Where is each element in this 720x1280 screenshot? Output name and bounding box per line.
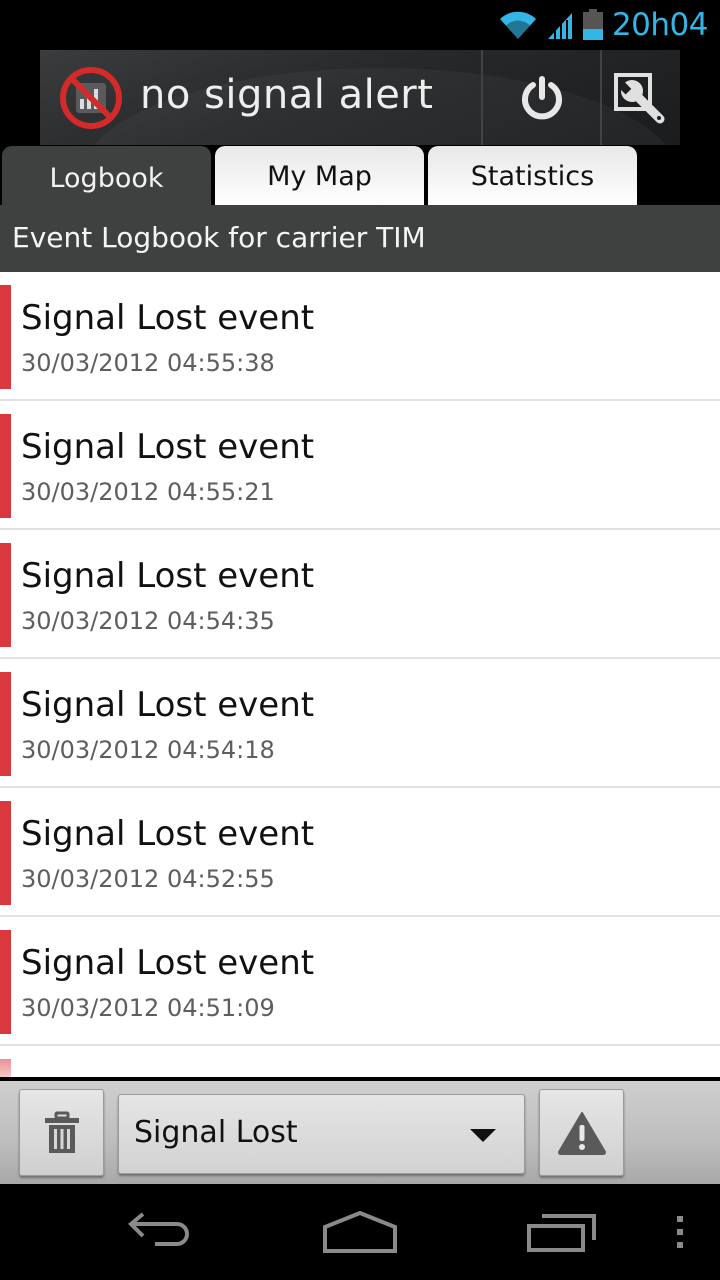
event-color-bar [0,414,11,518]
event-timestamp: 30/03/2012 04:55:21 [21,478,275,506]
event-title: Signal Lost event [21,556,315,596]
overflow-menu-button[interactable] [660,1184,700,1280]
event-timestamp: 30/03/2012 04:52:55 [21,865,275,893]
delete-button[interactable] [19,1089,104,1176]
list-item-partial[interactable] [0,1046,720,1077]
tab-statistics[interactable]: Statistics [428,146,637,206]
recent-apps-icon [527,1214,596,1252]
event-color-bar [0,285,11,389]
power-button[interactable] [483,50,600,145]
back-icon [128,1212,189,1246]
trash-icon [44,1111,79,1153]
list-item[interactable]: Signal Lost event 30/03/2012 04:55:38 [0,272,720,401]
event-title: Signal Lost event [21,298,315,338]
settings-button[interactable] [602,50,680,145]
event-title: Signal Lost event [21,685,315,725]
event-list[interactable]: Signal Lost event 30/03/2012 04:55:38 Si… [0,272,720,1077]
event-color-bar [0,543,11,647]
app-title: no signal alert [140,72,434,118]
wifi-icon [499,11,536,39]
tab-my-map[interactable]: My Map [215,146,424,206]
event-timestamp: 30/03/2012 04:55:38 [21,349,275,377]
event-title: Signal Lost event [21,943,315,983]
recent-apps-button[interactable] [512,1184,612,1280]
list-item[interactable]: Signal Lost event 30/03/2012 04:55:21 [0,401,720,530]
navigation-bar [0,1184,720,1280]
list-item[interactable]: Signal Lost event 30/03/2012 04:54:35 [0,530,720,659]
no-signal-logo-icon [60,67,122,129]
event-type-filter-dropdown[interactable]: Signal Lost [118,1094,525,1174]
power-icon [521,75,562,119]
home-button[interactable] [310,1184,410,1280]
event-color-bar [0,672,11,776]
warning-icon [557,1111,606,1155]
bottom-toolbar: Signal Lost [0,1077,720,1184]
event-color-bar [0,930,11,1034]
chevron-down-icon [470,1129,496,1142]
battery-icon [582,9,603,40]
event-timestamp: 30/03/2012 04:51:09 [21,994,275,1022]
event-color-bar [0,1059,11,1077]
event-title: Signal Lost event [21,427,315,467]
list-item[interactable]: Signal Lost event 30/03/2012 04:54:18 [0,659,720,788]
list-item[interactable]: Signal Lost event 30/03/2012 04:52:55 [0,788,720,917]
event-timestamp: 30/03/2012 04:54:35 [21,607,275,635]
event-timestamp: 30/03/2012 04:54:18 [21,736,275,764]
app-header: no signal alert [40,50,680,145]
list-item[interactable]: Signal Lost event 30/03/2012 04:51:09 [0,917,720,1046]
event-title: Signal Lost event [21,814,315,854]
home-icon [323,1211,397,1253]
alert-button[interactable] [539,1089,624,1176]
status-bar: 20h04 [0,0,720,50]
tab-bar: Logbook My Map Statistics [0,145,720,210]
event-color-bar [0,801,11,905]
section-header: Event Logbook for carrier TIM [0,205,720,272]
wrench-settings-icon [614,72,665,123]
back-button[interactable] [110,1184,210,1280]
clock: 20h04 [611,7,709,43]
overflow-menu-icon [677,1216,683,1248]
cell-signal-icon [547,13,572,40]
tab-logbook[interactable]: Logbook [2,146,211,210]
section-title: Event Logbook for carrier TIM [12,221,426,254]
filter-selected-value: Signal Lost [134,1115,298,1150]
